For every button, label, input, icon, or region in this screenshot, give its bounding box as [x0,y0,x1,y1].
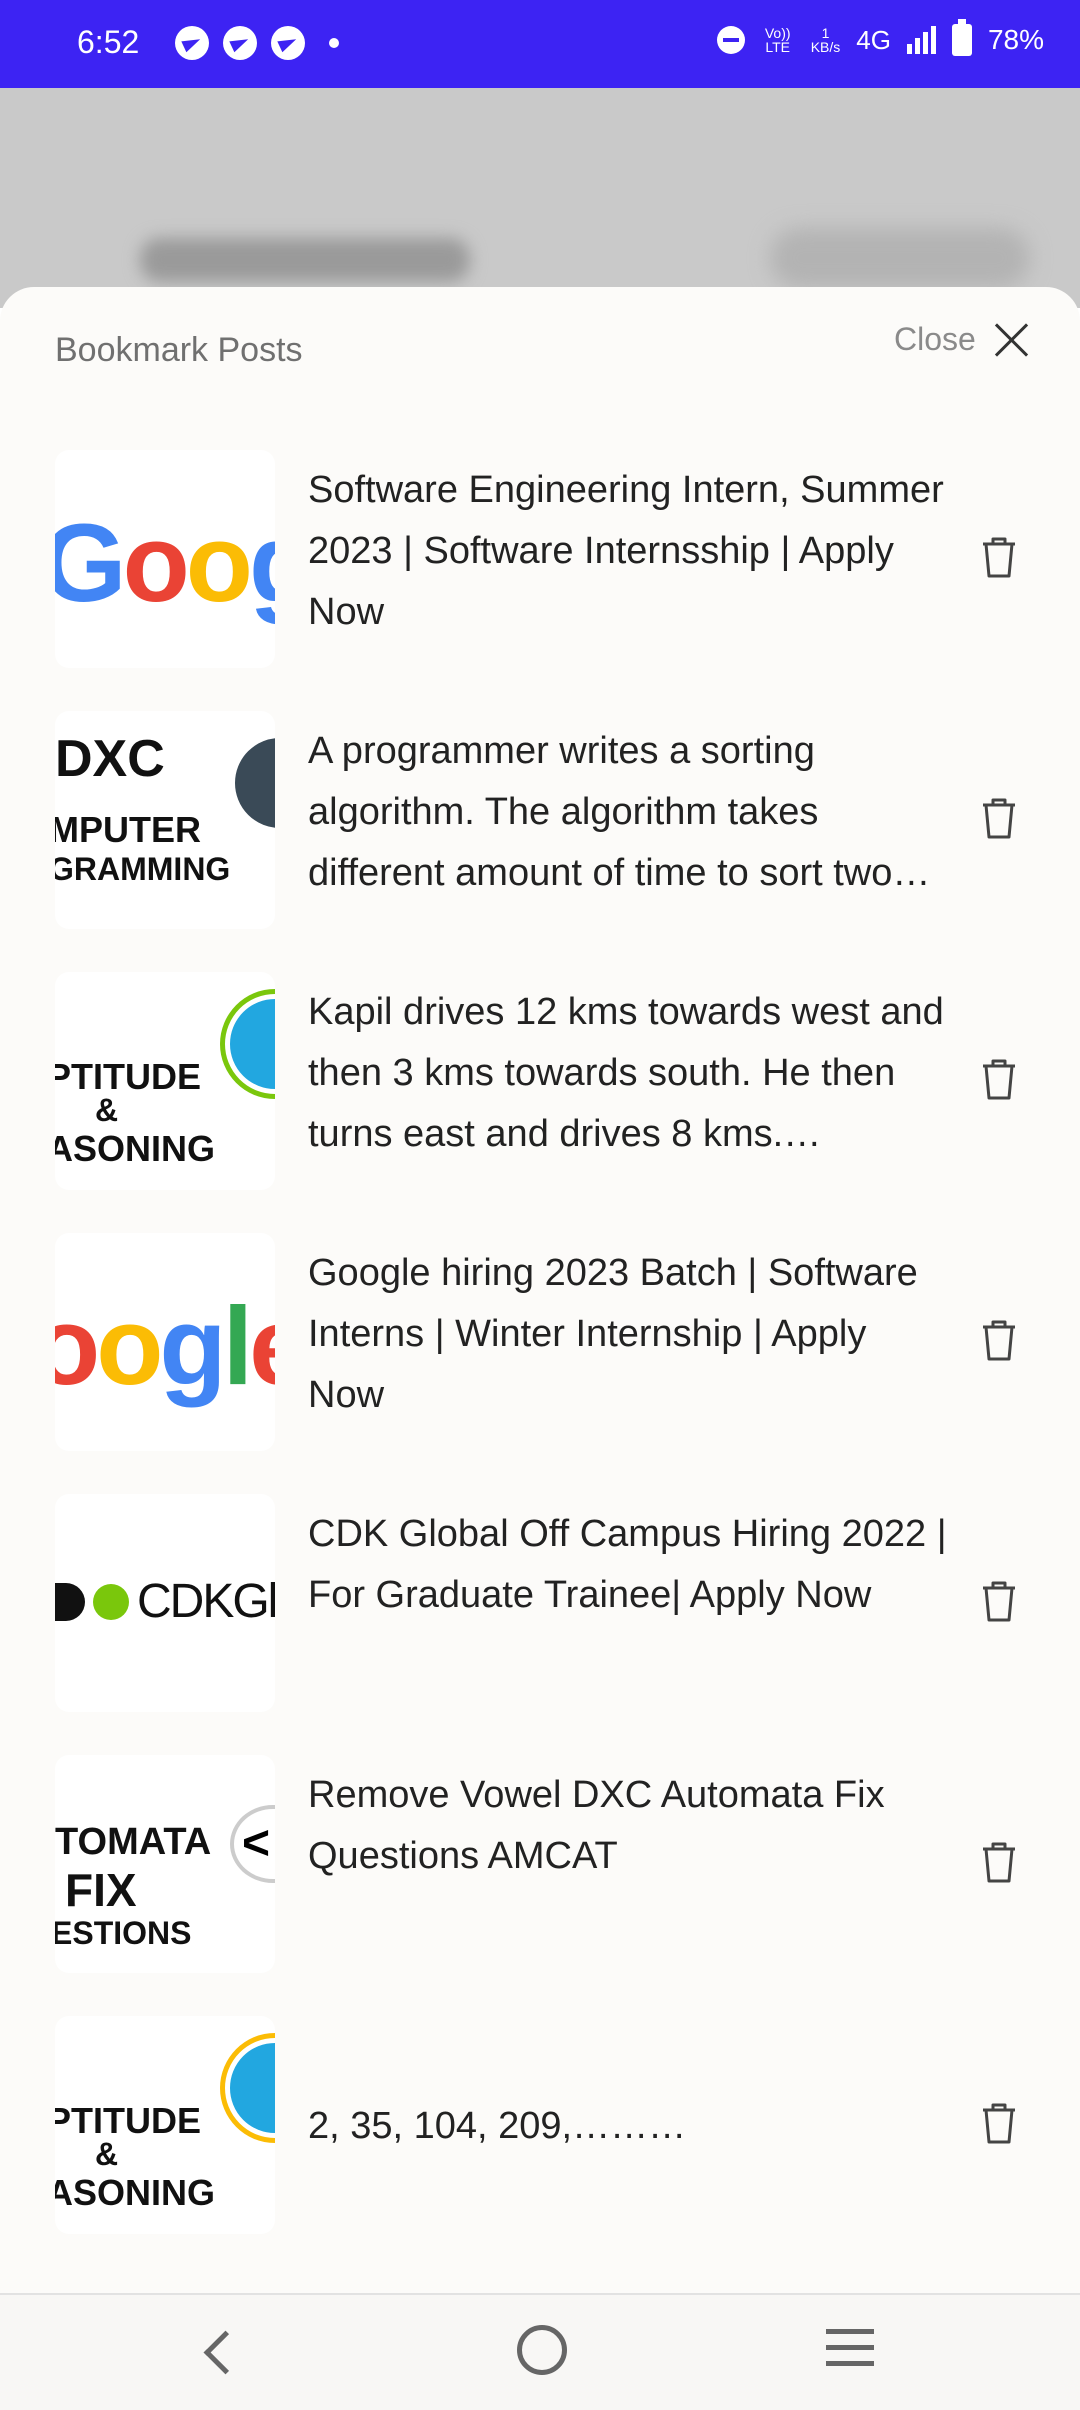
close-button[interactable]: Close [894,321,1030,358]
thumbnail-text: PTITUDE [55,2100,202,2141]
bookmark-sheet: Bookmark Posts Close Googl Software Engi… [0,287,1080,2293]
bookmark-item[interactable]: TOMATA FIX ESTIONS < Remove Vowel DXC Au… [0,1755,1080,2016]
thumbnail-text: ASONING [55,2172,216,2213]
network-speed: 1 KB/s [811,26,841,54]
telegram-icon [271,26,305,60]
thumbnail-text: ASONING [55,1128,216,1169]
thumbnail-logo-text: Googl [55,502,275,625]
thumbnail-avatar [225,994,275,1094]
battery-icon [951,19,972,56]
thumbnail-text: & [95,1092,119,1128]
bookmark-list: Googl Software Engineering Intern, Summe… [0,450,1080,2277]
thumbnail-text: & [95,2136,119,2172]
post-thumbnail: DXC MPUTER GRAMMING [55,711,275,929]
trash-icon[interactable] [979,795,1019,841]
bookmark-title: Kapil drives 12 kms towards west and the… [308,991,944,1155]
thumbnail-text: GRAMMING [55,851,231,887]
post-thumbnail: Googl [55,450,275,668]
trash-icon[interactable] [979,1317,1019,1363]
network-speed-unit: KB/s [810,39,841,55]
bookmark-item[interactable]: PTITUDE & ASONING 2, 35, 104, 209,……… [0,2016,1080,2277]
more-notifications-icon [329,38,339,48]
code-chevron-icon: < [230,1805,275,1883]
bookmark-item[interactable]: DXC MPUTER GRAMMING A programmer writes … [0,711,1080,972]
system-icons: Vo)) LTE 1 KB/s 4G 78% [716,19,1044,56]
bookmark-item[interactable]: oogle Google hiring 2023 Batch | Softwar… [0,1233,1080,1494]
bookmark-item[interactable]: CDKGl CDK Global Off Campus Hiring 2022 … [0,1494,1080,1755]
close-icon [994,322,1030,358]
bookmark-title: A programmer writes a sorting algorithm.… [308,730,893,894]
bookmark-title: Remove Vowel DXC Automata Fix Questions … [308,1774,885,1877]
thumbnail-text: PTITUDE [55,1056,202,1097]
menu-icon[interactable] [826,2329,874,2377]
bookmark-title: CDK Global Off Campus Hiring 2022 | For … [308,1513,947,1616]
bookmark-title: 2, 35, 104, 209,……… [308,2105,687,2147]
post-thumbnail: oogle [55,1233,275,1451]
thumbnail-logo-text: CDKGl [137,1575,275,1628]
bookmark-item[interactable]: PTITUDE & ASONING Kapil drives 12 kms to… [0,972,1080,1233]
trash-icon[interactable] [979,534,1019,580]
thumbnail-avatar [230,733,275,833]
telegram-icon [175,26,209,60]
status-bar: 6:52 Vo)) LTE 1 KB/s 4G 78% [0,0,1080,88]
close-label: Close [894,321,976,357]
trash-icon[interactable] [979,2100,1019,2146]
back-icon[interactable] [203,2330,248,2375]
thumbnail-text: ESTIONS [55,1915,192,1951]
thumbnail-logo-text: oogle [55,1285,275,1408]
signal-icon [906,26,936,54]
cdk-logo: CDKGl [55,1574,275,1629]
status-time: 6:52 [77,24,140,60]
thumbnail-text: MPUTER [55,809,201,850]
post-thumbnail: PTITUDE & ASONING [55,972,275,1190]
thumbnail-text: FIX [65,1864,137,1916]
home-icon[interactable] [517,2325,567,2375]
thumbnail-avatar [225,2038,275,2138]
sheet-title: Bookmark Posts [55,331,303,369]
system-nav-bar [0,2293,1080,2410]
bookmark-title: Google hiring 2023 Batch | Software Inte… [308,1252,918,1416]
network-type: 4G [856,24,891,55]
post-thumbnail: TOMATA FIX ESTIONS < [55,1755,275,1973]
battery-percent: 78% [987,24,1044,55]
do-not-disturb-icon [716,26,745,54]
notification-icons [175,26,339,60]
trash-icon[interactable] [979,1839,1019,1885]
telegram-icon [223,26,257,60]
blurred-actions [770,228,1030,288]
trash-icon[interactable] [979,1578,1019,1624]
bookmark-title: Software Engineering Intern, Summer 2023… [308,469,944,633]
post-thumbnail: PTITUDE & ASONING [55,2016,275,2234]
bookmark-item[interactable]: Googl Software Engineering Intern, Summe… [0,450,1080,711]
post-thumbnail: CDKGl [55,1494,275,1712]
page-backdrop[interactable] [0,88,1080,308]
thumbnail-text: TOMATA [55,1821,212,1863]
blurred-header [140,238,470,282]
thumbnail-text: DXC [55,730,165,788]
volte-indicator: Vo)) LTE [764,25,791,55]
trash-icon[interactable] [979,1056,1019,1102]
